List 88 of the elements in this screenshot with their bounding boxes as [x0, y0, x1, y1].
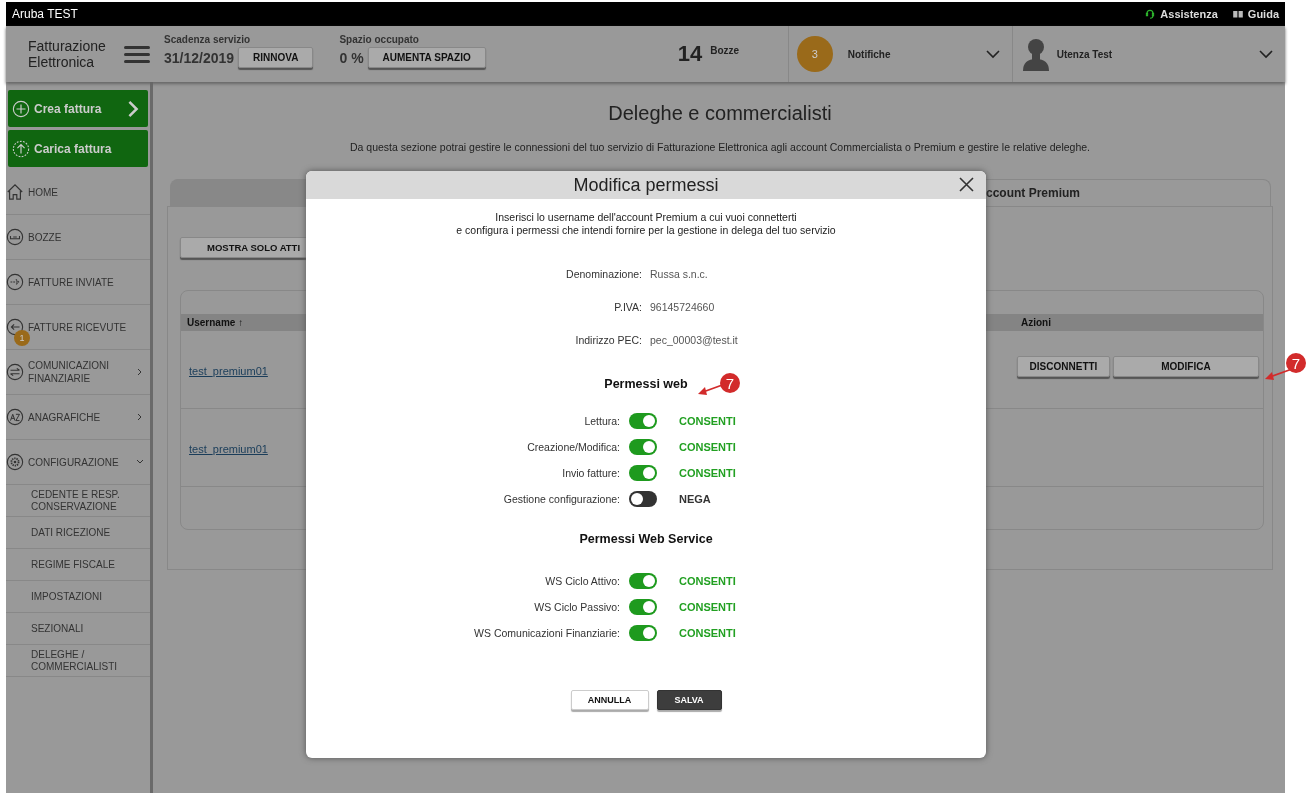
sidebar-action-button[interactable]: Crea fattura: [8, 90, 148, 127]
permission-status: CONSENTI: [679, 575, 736, 587]
dialog-intro: Inserisci lo username dell'account Premium a cui vuoi connetterti e configura i permessi che intendi fornire per la gestione in delega del tuo servizio: [455, 211, 837, 237]
house-icon: [6, 183, 24, 201]
gear-icon: [6, 453, 24, 471]
drafts-count: 14: [677, 41, 703, 67]
az-circle-icon: [6, 408, 24, 426]
sidebar-item[interactable]: BOZZE: [6, 215, 150, 260]
sidebar-subitem[interactable]: REGIME FISCALE: [6, 549, 150, 581]
notification-count: 3: [796, 36, 833, 72]
permission-status: CONSENTI: [679, 601, 736, 613]
sidebar-subitem[interactable]: DELEGHE / COMMERCIALISTI: [6, 645, 150, 677]
headset-icon: [1144, 8, 1157, 20]
field-value: Russa s.n.c.: [650, 267, 708, 280]
section-title: Permessi web: [604, 377, 688, 391]
sidebar-subitem[interactable]: IMPOSTAZIONI: [6, 581, 150, 613]
toggle-switch[interactable]: [629, 625, 657, 641]
permission-status: NEGA: [679, 493, 711, 505]
expiry-label: Scadenza servizio: [164, 34, 252, 45]
permission-status: CONSENTI: [679, 627, 736, 639]
plus-circle-icon: [12, 99, 30, 118]
chevron-down-icon[interactable]: [1259, 49, 1273, 59]
sidebar-action-button[interactable]: Carica fattura: [8, 130, 148, 167]
permission-label: WS Ciclo Attivo:: [544, 575, 620, 587]
space-value: 0 %: [339, 49, 364, 66]
toggle-switch[interactable]: [629, 573, 657, 589]
permission-label: WS Comunicazioni Finanziarie:: [473, 627, 620, 639]
permission-status: CONSENTI: [679, 467, 736, 479]
support-link[interactable]: Assistenza: [1144, 8, 1218, 20]
upload-circle-icon: [12, 139, 30, 158]
sidebar-item[interactable]: CONFIGURAZIONE: [6, 440, 150, 485]
increase-space-button[interactable]: AUMENTA SPAZIO: [367, 47, 486, 68]
arrow-left-circle-icon: [6, 318, 24, 336]
field-value: pec_00003@test.it: [650, 333, 738, 346]
toggle-switch[interactable]: [629, 439, 657, 455]
app-logo: Fatturazione Elettronica: [28, 38, 107, 70]
count-badge: 1: [14, 330, 30, 346]
permission-status: CONSENTI: [679, 415, 736, 427]
field-value: 96145724660: [650, 300, 715, 313]
page-title: Deleghe e commercialisti: [607, 102, 833, 125]
field-label: P.IVA:: [613, 300, 642, 313]
book-icon: [1231, 8, 1244, 20]
guide-link[interactable]: Guida: [1231, 8, 1279, 20]
toggle-switch[interactable]: [629, 599, 657, 615]
permission-label: WS Ciclo Passivo:: [533, 601, 620, 613]
expiry-date: 31/12/2019: [164, 49, 235, 66]
exchange-circle-icon: [6, 363, 24, 381]
drafts-label: Bozze: [710, 45, 740, 56]
toggle-switch[interactable]: [629, 413, 657, 429]
sidebar-item[interactable]: ANAGRAFICHE: [6, 395, 150, 440]
sidebar-subitem[interactable]: CEDENTE E RESP. CONSERVAZIONE: [6, 485, 150, 517]
username-link[interactable]: test_premium01: [189, 442, 268, 455]
sidebar-item[interactable]: FATTURE INVIATE: [6, 260, 150, 305]
dialog-title: Modifica permessi: [573, 174, 719, 196]
field-label: Indirizzo PEC:: [574, 333, 642, 346]
column-header: Azioni: [1021, 317, 1051, 328]
tray-icon: [6, 228, 24, 246]
renew-button[interactable]: RINNOVA: [238, 47, 314, 68]
sidebar-item[interactable]: COMUNICAZIONI FINANZIARIE: [6, 350, 150, 395]
space-label: Spazio occupato: [339, 34, 420, 45]
disconnect-button[interactable]: DISCONNETTI: [1017, 355, 1110, 377]
notifications-label[interactable]: Notifiche: [847, 48, 986, 60]
app-title: Aruba TEST: [12, 7, 78, 21]
permission-label: Invio fatture:: [561, 467, 620, 479]
user-silhouette-icon: [1020, 37, 1051, 71]
toggle-switch[interactable]: [629, 491, 657, 507]
sidebar-item[interactable]: FATTURE RICEVUTE 1: [6, 305, 150, 350]
chevron-down-icon[interactable]: [985, 49, 1000, 59]
username-link[interactable]: test_premium01: [189, 364, 268, 377]
section-title: Permessi Web Service: [579, 532, 713, 546]
user-name[interactable]: Utenza Test: [1056, 48, 1259, 60]
save-button[interactable]: SALVA: [656, 690, 722, 710]
cancel-button[interactable]: ANNULLA: [570, 690, 649, 710]
edit-button[interactable]: MODIFICA: [1113, 355, 1259, 377]
close-icon[interactable]: [959, 177, 974, 192]
permission-label: Gestione configurazione:: [502, 493, 620, 505]
menu-icon[interactable]: [124, 44, 150, 64]
permission-label: Creazione/Modifica:: [526, 441, 620, 453]
sidebar-item[interactable]: HOME: [6, 170, 150, 215]
sidebar-subitem[interactable]: DATI RICEZIONE: [6, 517, 150, 549]
sidebar-subitem[interactable]: SEZIONALI: [6, 613, 150, 645]
page-description: Da questa sezione potrai gestire le connessioni del tuo servizio di Fatturazione Elettronica agli account Commercialista o Premium e gestire le relative deleghe.: [348, 141, 1091, 153]
field-label: Denominazione:: [565, 267, 642, 280]
step-badge: 7: [1286, 353, 1306, 373]
permission-status: CONSENTI: [679, 441, 736, 453]
arrow-right-circle-icon: [6, 273, 24, 291]
toggle-switch[interactable]: [629, 465, 657, 481]
permission-label: Lettura:: [583, 415, 620, 427]
